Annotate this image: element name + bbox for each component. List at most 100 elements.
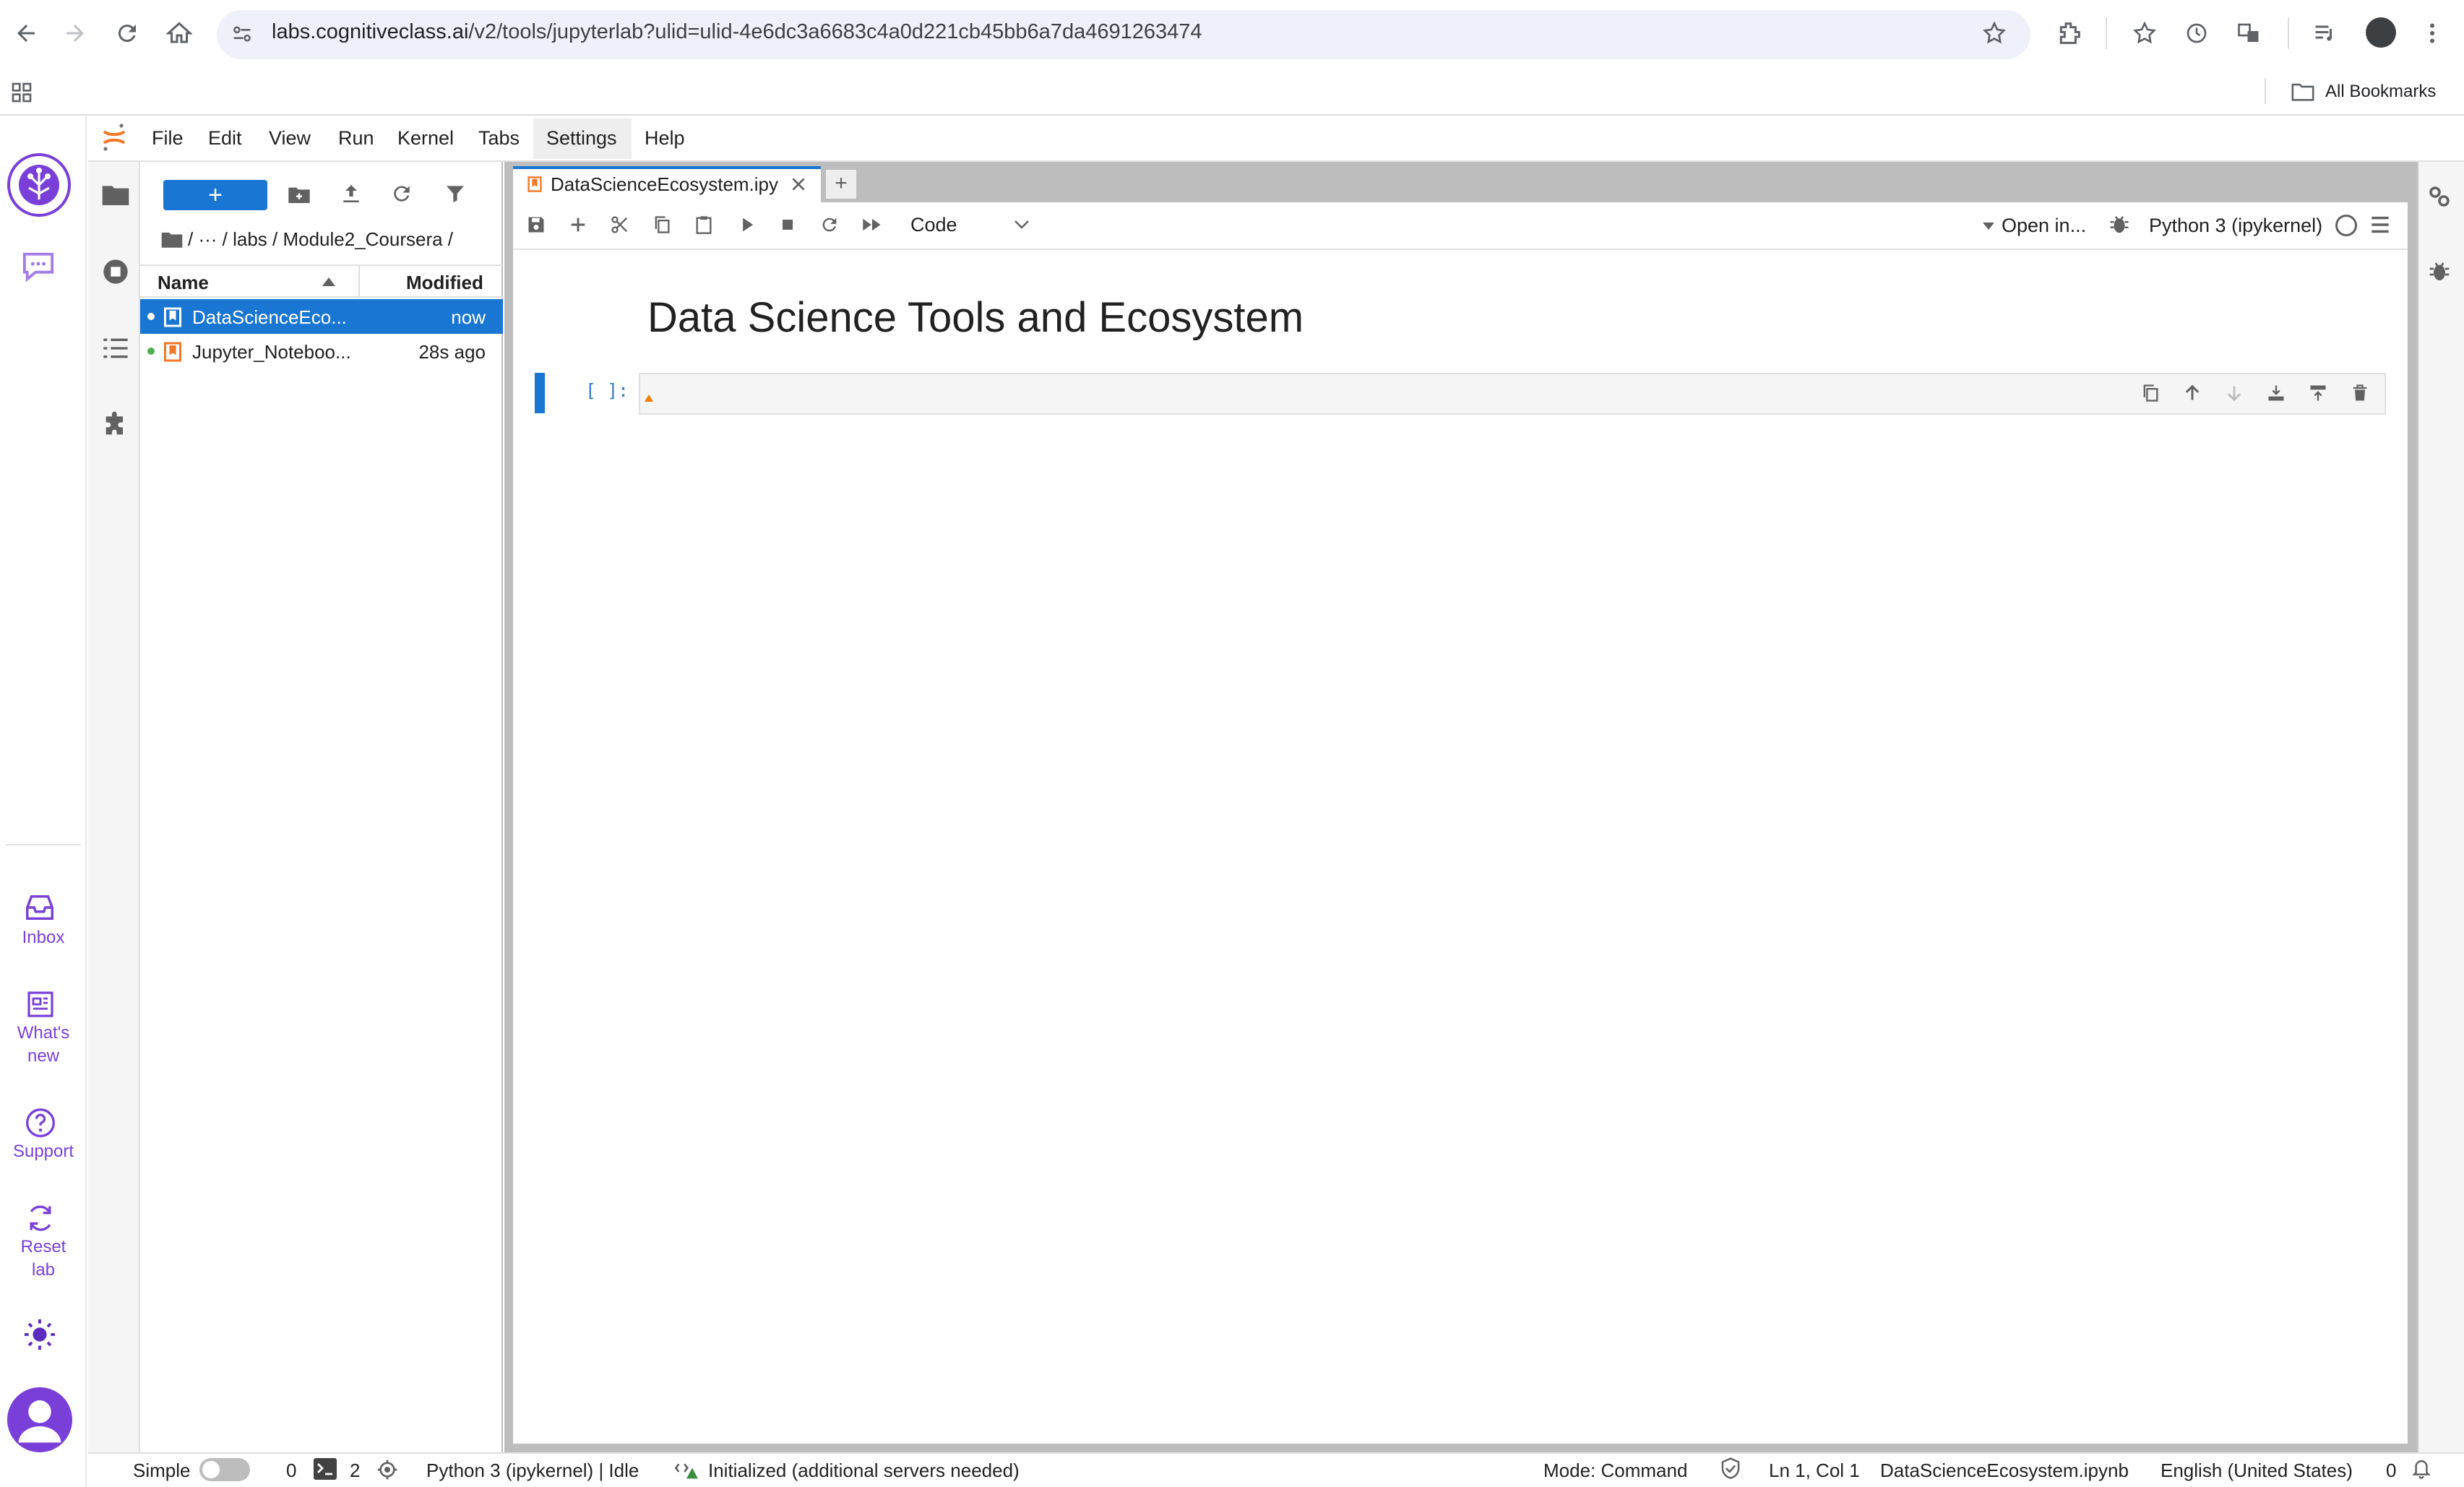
question-icon[interactable]	[25, 1107, 56, 1139]
debugger-icon[interactable]	[2428, 260, 2451, 283]
translate-icon[interactable]	[2236, 20, 2262, 46]
reload-icon[interactable]	[114, 20, 140, 46]
new-folder-icon[interactable]	[288, 184, 311, 205]
terminals-count[interactable]: 0	[286, 1460, 296, 1482]
browser-menu-icon[interactable]	[2419, 20, 2445, 46]
bookmark-star-icon[interactable]	[2132, 20, 2158, 46]
kernel-status-text[interactable]: Python 3 (ipykernel) | Idle	[426, 1460, 639, 1482]
copy-icon[interactable]	[652, 215, 672, 235]
menu-edit[interactable]: Edit	[208, 127, 242, 150]
menu-view[interactable]: View	[269, 127, 311, 150]
newspaper-icon[interactable]	[26, 990, 55, 1019]
new-launcher-button[interactable]: +	[163, 180, 267, 210]
back-icon[interactable]	[13, 20, 39, 46]
debugger-bug-icon[interactable]	[2108, 214, 2130, 236]
current-filename[interactable]: DataScienceEcosystem.ipynb	[1880, 1460, 2129, 1482]
file-name[interactable]: DataScienceEco...	[192, 306, 347, 329]
column-name-header[interactable]: Name	[158, 272, 209, 294]
file-name[interactable]: Jupyter_Noteboo...	[192, 341, 351, 363]
theme-sun-icon[interactable]	[23, 1318, 56, 1351]
whats-new-label-2[interactable]: new	[0, 1045, 87, 1068]
kernel-name-button[interactable]: Python 3 (ipykernel)	[2149, 215, 2322, 237]
media-control-icon[interactable]	[2312, 20, 2338, 46]
breadcrumb[interactable]: / ··· / labs / Module2_Coursera /	[188, 228, 453, 251]
table-of-contents-icon[interactable]	[101, 335, 130, 361]
profile-avatar[interactable]	[2366, 17, 2396, 48]
extensions-puzzle-icon[interactable]	[101, 410, 130, 439]
delete-cell-icon[interactable]	[2350, 383, 2370, 403]
insert-below-icon[interactable]	[2266, 383, 2286, 403]
cut-icon[interactable]	[610, 215, 630, 235]
tab-notebook-label[interactable]: DataScienceEcosystem.ipy	[551, 173, 778, 196]
cursor-position[interactable]: Ln 1, Col 1	[1769, 1460, 1860, 1482]
restart-icon[interactable]	[819, 215, 840, 235]
refresh-files-icon[interactable]	[390, 182, 413, 205]
reset-lab-label-2[interactable]: lab	[0, 1259, 87, 1282]
paste-icon[interactable]	[694, 215, 714, 235]
support-label[interactable]: Support	[0, 1140, 87, 1163]
inbox-icon[interactable]	[23, 893, 56, 922]
lsp-status-icon[interactable]	[675, 1458, 698, 1480]
chat-icon[interactable]	[19, 250, 58, 283]
terminal-icon[interactable]	[314, 1458, 337, 1480]
caret-down-icon[interactable]	[1983, 223, 1994, 230]
all-bookmarks-link[interactable]: All Bookmarks	[2325, 82, 2436, 102]
chevron-down-icon[interactable]	[1013, 218, 1030, 231]
cell-type-select[interactable]: Code	[910, 214, 957, 236]
whats-new-label-1[interactable]: What's	[0, 1022, 87, 1045]
filter-icon[interactable]	[444, 182, 467, 205]
fast-forward-icon[interactable]	[861, 215, 883, 235]
language-selector[interactable]: English (United States)	[2161, 1460, 2353, 1482]
forward-icon[interactable]	[62, 20, 88, 46]
move-down-icon[interactable]	[2224, 383, 2244, 403]
column-modified-header[interactable]: Modified	[406, 272, 483, 294]
menu-help[interactable]: Help	[645, 127, 685, 150]
code-cell-input[interactable]	[639, 373, 2386, 415]
insert-above-icon[interactable]	[2308, 383, 2328, 403]
menu-run[interactable]: Run	[338, 127, 374, 150]
insert-cell-icon[interactable]	[568, 215, 588, 235]
menu-tabs[interactable]: Tabs	[478, 127, 520, 150]
menu-file[interactable]: File	[152, 127, 184, 150]
running-sessions-icon[interactable]	[101, 257, 130, 286]
active-cell-marker	[535, 373, 545, 413]
folder-icon[interactable]	[101, 182, 130, 207]
mode-indicator: Mode: Command	[1543, 1460, 1688, 1481]
extensions-icon[interactable]	[2055, 19, 2084, 48]
toolbar-divider	[2106, 17, 2107, 49]
save-icon[interactable]	[526, 215, 546, 235]
history-icon[interactable]	[2184, 20, 2210, 46]
kernel-chip-icon[interactable]	[376, 1458, 399, 1481]
inbox-label[interactable]: Inbox	[0, 926, 87, 949]
star-icon[interactable]	[1981, 20, 2007, 46]
stop-icon[interactable]	[777, 215, 798, 235]
kernels-count[interactable]: 2	[350, 1460, 360, 1482]
menu-settings[interactable]: Settings	[546, 127, 617, 150]
menu-kernel[interactable]: Kernel	[397, 127, 454, 150]
skills-network-logo[interactable]	[7, 153, 71, 217]
close-icon[interactable]	[789, 175, 808, 194]
upload-icon[interactable]	[340, 182, 363, 205]
reset-lab-label-1[interactable]: Reset	[0, 1236, 87, 1259]
home-icon[interactable]	[166, 20, 192, 46]
duplicate-cell-icon[interactable]	[2140, 383, 2161, 403]
sort-ascending-icon[interactable]	[322, 277, 335, 286]
run-icon[interactable]	[737, 215, 757, 235]
cell-prompt: [ ]:	[585, 380, 629, 401]
site-info-icon[interactable]	[230, 22, 254, 46]
running-indicator	[147, 313, 155, 320]
user-avatar[interactable]	[7, 1387, 72, 1452]
hamburger-menu-icon[interactable]	[2370, 215, 2390, 234]
breadcrumb-home-icon[interactable]	[160, 230, 184, 249]
move-up-icon[interactable]	[2182, 383, 2202, 403]
property-inspector-icon[interactable]	[2426, 184, 2452, 210]
open-in-button[interactable]: Open in...	[2002, 215, 2086, 237]
shield-check-icon[interactable]	[1720, 1457, 1741, 1480]
apps-grid-icon[interactable]	[10, 81, 33, 104]
add-tab-button[interactable]: +	[825, 169, 857, 199]
simple-mode-toggle[interactable]	[199, 1458, 250, 1481]
notification-count[interactable]: 0	[2386, 1460, 2396, 1482]
refresh-icon[interactable]	[25, 1202, 56, 1234]
lsp-status-text[interactable]: Initialized (additional servers needed)	[708, 1460, 1020, 1482]
bell-icon[interactable]	[2411, 1457, 2432, 1480]
